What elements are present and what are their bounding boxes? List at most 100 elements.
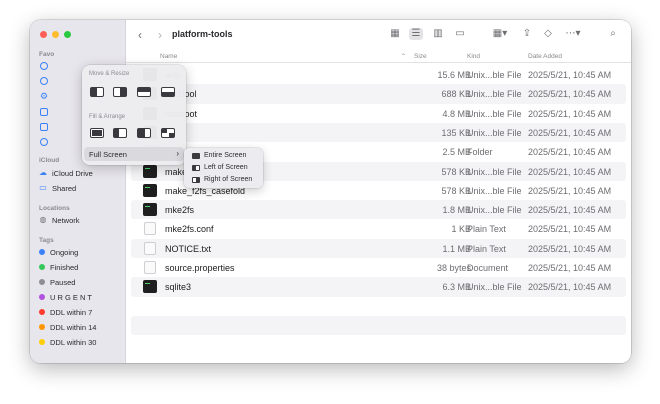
window-controls xyxy=(40,31,71,38)
document-icon xyxy=(144,261,156,274)
file-name: source.properties xyxy=(165,263,235,273)
documents-icon[interactable] xyxy=(40,123,48,131)
share-icon[interactable]: ⇪ xyxy=(520,28,534,40)
file-kind: Unix...ble File xyxy=(467,282,522,293)
sidebar-tag-paused[interactable]: Paused xyxy=(39,276,75,288)
arrange-full-button[interactable] xyxy=(90,128,104,138)
sidebar-tag-ddl-14[interactable]: DDL within 14 xyxy=(39,321,96,333)
search-icon[interactable]: ⌕ xyxy=(606,28,620,40)
table-row[interactable]: 135 KB Unix...ble File 2025/5/21, 10:45 AM xyxy=(131,122,626,143)
sidebar-section-favorites: Favo xyxy=(39,51,55,58)
group-by-icon[interactable]: ▦▾ xyxy=(490,28,510,40)
file-kind: Unix...ble File xyxy=(467,89,522,100)
sidebar-item-icloud-drive[interactable]: ☁ iCloud Drive xyxy=(39,167,93,179)
icon-view-icon[interactable]: ▦ xyxy=(388,28,402,40)
desktop-icon[interactable] xyxy=(40,108,48,116)
table-row[interactable]: adb15.6 MBUnix...ble File2025/5/21, 10:4… xyxy=(131,65,626,84)
file-name: sqlite3 xyxy=(165,282,192,293)
sidebar-item-label: iCloud Drive xyxy=(52,168,93,178)
terminal-exec-icon xyxy=(143,203,157,217)
arrange-thirds-button[interactable] xyxy=(137,128,151,138)
recents-clock-icon[interactable] xyxy=(40,77,48,85)
tag-color-dot xyxy=(39,279,45,285)
forward-chevron-icon[interactable]: › xyxy=(158,28,162,42)
gallery-view-icon[interactable]: ▭ xyxy=(453,28,467,40)
table-row[interactable]: mke2fs 1.8 MB Unix...ble File 2025/5/21, 10… xyxy=(131,200,626,220)
sidebar-tag-ddl-7[interactable]: DDL within 7 xyxy=(39,306,92,318)
zoom-button[interactable] xyxy=(64,31,71,38)
submenu-left-of-screen[interactable]: Left of Screen xyxy=(192,164,248,171)
tag-color-dot xyxy=(39,294,45,300)
file-date-added: 2025/5/21, 10:45 AM xyxy=(528,127,612,138)
close-button[interactable] xyxy=(40,31,47,38)
file-kind: Unix...ble File xyxy=(467,70,522,80)
tile-bottom-half-button[interactable] xyxy=(161,87,175,97)
shared-folder-icon: ▭ xyxy=(39,183,47,192)
file-date-added: 2025/5/21, 10:45 AM xyxy=(528,205,612,216)
file-kind: Unix...ble File xyxy=(467,166,522,177)
table-row[interactable]: source.properties 38 bytes Document 2025/5/… xyxy=(131,258,626,277)
list-view-icon[interactable]: ☰ xyxy=(409,28,423,40)
tile-right-half-button[interactable] xyxy=(113,87,127,97)
downloads-icon[interactable] xyxy=(40,138,48,146)
tag-color-dot xyxy=(39,324,45,330)
table-row[interactable]: NOTICE.txt 1.1 MB Plain Text 2025/5/21, 10:… xyxy=(131,238,626,258)
right-screen-icon xyxy=(192,176,200,183)
file-kind: Plain Text xyxy=(467,224,506,235)
applications-icon[interactable]: ⚙ xyxy=(40,92,48,101)
back-chevron-icon[interactable]: ‹ xyxy=(138,28,142,42)
file-date-added: 2025/5/21, 10:45 AM xyxy=(528,282,612,293)
finder-window: Favo ⚙ iCloud ☁ iCloud Drive ▭ Shared Lo… xyxy=(30,20,631,363)
document-icon xyxy=(144,241,156,255)
sidebar-item-network[interactable]: ◍ Network xyxy=(39,214,80,226)
minimize-button[interactable] xyxy=(52,31,59,38)
sidebar-tag-ddl-30[interactable]: DDL within 30 xyxy=(39,336,96,348)
column-date-added[interactable]: Date Added xyxy=(528,53,562,60)
sidebar-item-label: Paused xyxy=(50,277,76,287)
full-screen-menu-item[interactable]: Full Screen › xyxy=(84,147,184,161)
table-row xyxy=(131,297,626,316)
sidebar-section-tags: Tags xyxy=(39,237,54,244)
sidebar-tag-finished[interactable]: Finished xyxy=(39,261,78,273)
table-row[interactable]: fastboot4.8 MBUnix...ble File2025/5/21, … xyxy=(131,104,626,123)
file-kind: Folder xyxy=(467,147,493,158)
tile-top-half-button[interactable] xyxy=(137,87,151,97)
sidebar-tag-urgent[interactable]: U R G E N T xyxy=(39,291,92,303)
column-size[interactable]: Size xyxy=(414,53,427,60)
column-name[interactable]: Name xyxy=(160,53,177,60)
file-kind: Unix...ble File xyxy=(467,127,522,138)
move-resize-heading: Move & Resize xyxy=(89,71,130,77)
file-kind: Document xyxy=(467,263,509,273)
table-row[interactable]: mke2fs.conf 1 KB Plain Text 2025/5/21, 10:4… xyxy=(131,219,626,238)
window-tiling-popover: Move & Resize Fill & Arrange Full Screen… xyxy=(82,65,186,165)
cloud-icon: ☁ xyxy=(39,168,47,177)
column-kind[interactable]: Kind xyxy=(467,53,480,60)
submenu-label: Right of Screen xyxy=(204,176,253,183)
tag-icon[interactable]: ◇ xyxy=(541,28,555,40)
terminal-exec-icon xyxy=(143,280,157,294)
sidebar-item-shared[interactable]: ▭ Shared xyxy=(39,182,76,194)
full-screen-submenu: Entire Screen Left of Screen Right of Sc… xyxy=(184,148,263,188)
file-name: mke2fs xyxy=(165,205,195,216)
sort-chevron-icon[interactable]: ⌃ xyxy=(401,53,406,60)
sidebar-item-label: Shared xyxy=(52,183,77,193)
sidebar-tag-ongoing[interactable]: Ongoing xyxy=(39,246,78,258)
document-icon xyxy=(144,222,156,236)
sidebar-item-label: DDL within 30 xyxy=(50,337,97,347)
tile-left-half-button[interactable] xyxy=(90,87,104,97)
airdrop-icon[interactable] xyxy=(40,62,48,70)
sidebar-item-label: DDL within 7 xyxy=(50,307,93,317)
column-view-icon[interactable]: ▥ xyxy=(431,28,445,40)
more-actions-icon[interactable]: ⋯▾ xyxy=(563,28,583,40)
file-date-added: 2025/5/21, 10:45 AM xyxy=(528,243,612,254)
table-row[interactable]: sqlite3 6.3 MB Unix...ble File 2025/5/21, 1… xyxy=(131,277,626,297)
submenu-right-of-screen[interactable]: Right of Screen xyxy=(192,176,252,183)
terminal-exec-icon xyxy=(143,164,157,178)
file-date-added: 2025/5/21, 10:45 AM xyxy=(528,89,612,100)
table-row[interactable]: etc1tool688 KBUnix...ble File2025/5/21, … xyxy=(131,84,626,104)
arrange-quarters-button[interactable] xyxy=(161,128,175,138)
arrange-halves-button[interactable] xyxy=(113,128,127,138)
entire-screen-icon xyxy=(192,152,200,159)
submenu-entire-screen[interactable]: Entire Screen xyxy=(192,152,246,159)
file-kind: Unix...ble File xyxy=(467,205,522,216)
